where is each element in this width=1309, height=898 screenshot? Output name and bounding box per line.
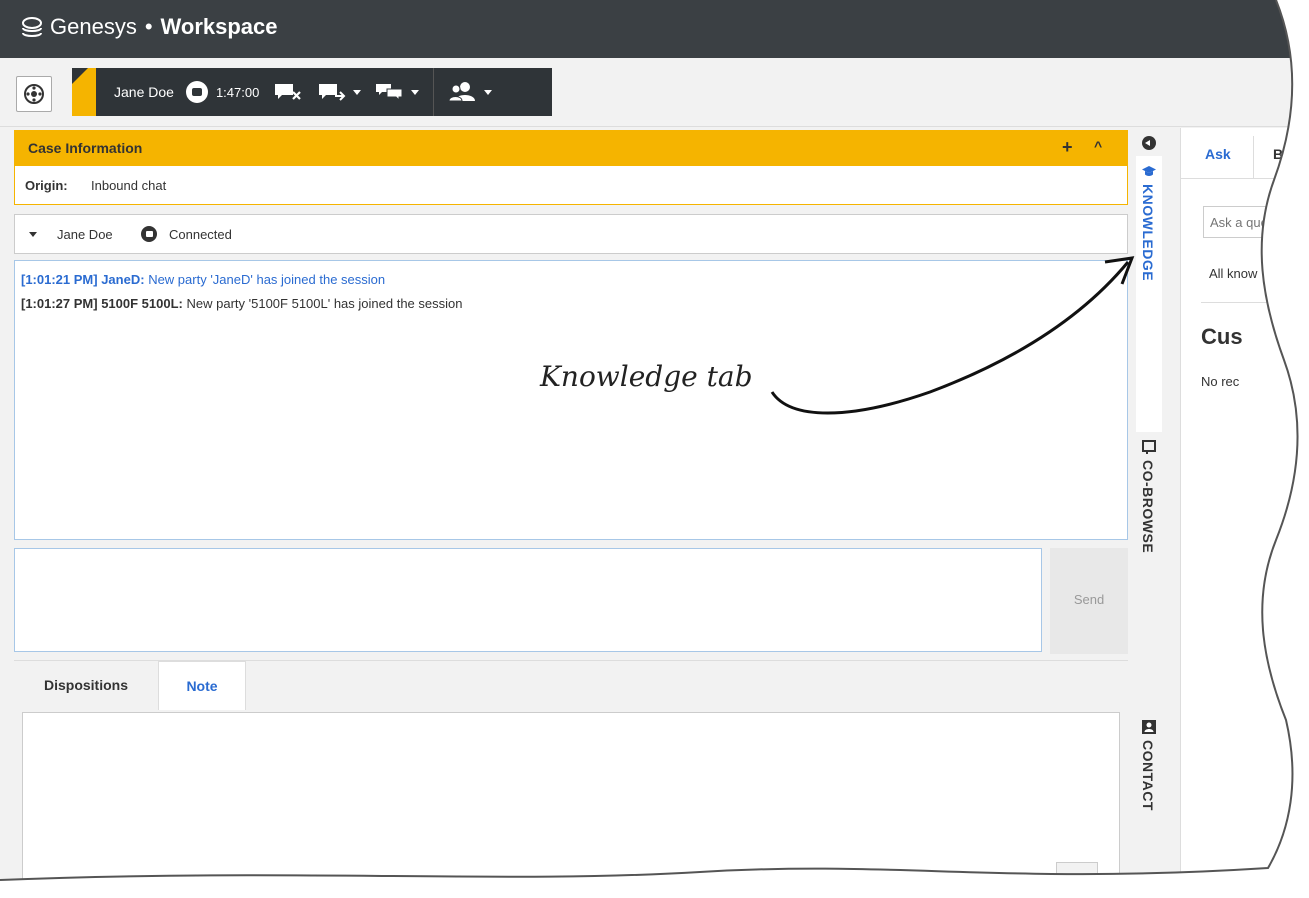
torn-page-edge <box>0 0 1299 881</box>
